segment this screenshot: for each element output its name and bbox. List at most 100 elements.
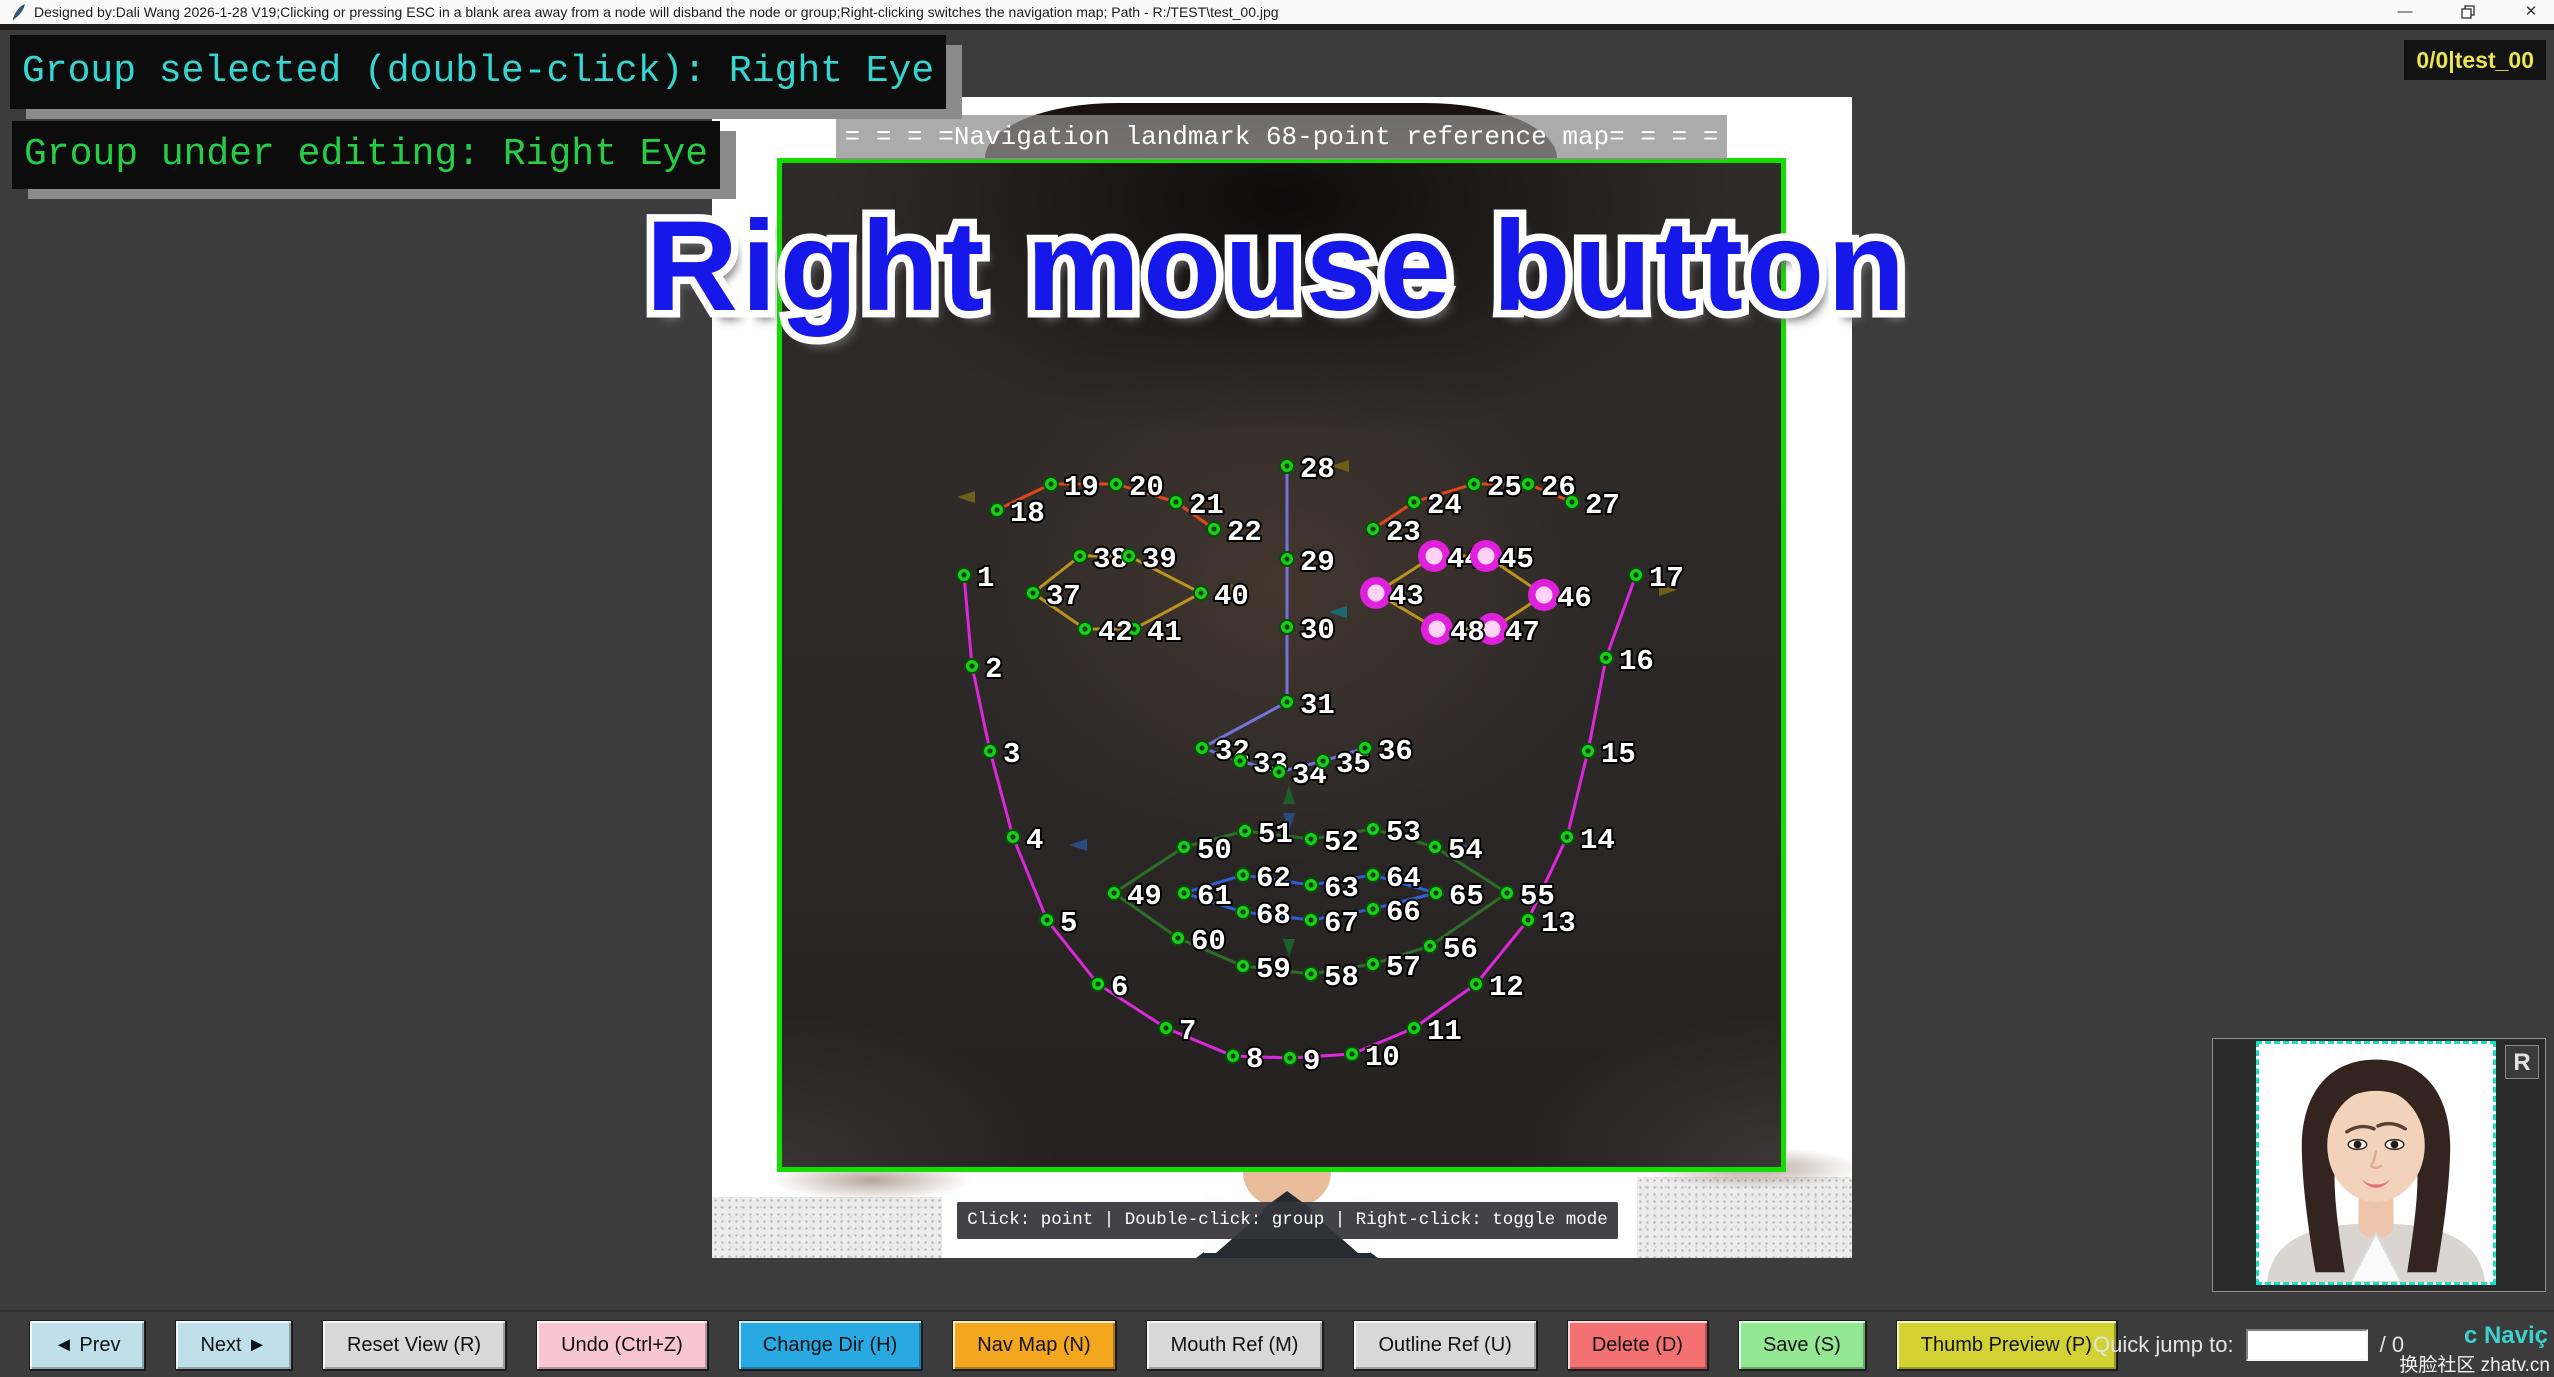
landmark-point-core	[1370, 872, 1375, 877]
landmark-point-core	[1095, 981, 1100, 986]
landmark-point-core	[1276, 769, 1281, 774]
landmark-point-core	[1163, 1025, 1168, 1030]
landmark-number: 21	[1189, 489, 1224, 522]
landmark-point-core	[1433, 890, 1438, 895]
landmark-point-core	[1126, 553, 1131, 558]
group-selected-banner: Group selected (double-click): Right Eye	[10, 35, 946, 109]
landmark-number: 45	[1499, 543, 1534, 576]
landmark-point-core	[1473, 981, 1478, 986]
landmark-point-core	[987, 748, 992, 753]
landmark-number: 39	[1142, 543, 1177, 576]
landmark-number: 1	[977, 562, 994, 595]
landmark-point-core	[1284, 699, 1289, 704]
photo-cardigan-left	[712, 1197, 942, 1258]
reset-view-button[interactable]: Reset View (R)	[322, 1320, 506, 1370]
landmark-number: 51	[1258, 818, 1293, 851]
landmark-number: 55	[1520, 880, 1555, 913]
landmark-number: 60	[1191, 925, 1226, 958]
landmark-point-core	[1237, 758, 1242, 763]
nav-map-button[interactable]: Nav Map (N)	[952, 1320, 1115, 1370]
landmark-number: 40	[1214, 580, 1249, 613]
change-dir-button[interactable]: Change Dir (H)	[738, 1320, 922, 1370]
landmark-point-core	[1370, 826, 1375, 831]
navigation-map-hint: Click: point | Double-click: group | Rig…	[957, 1202, 1618, 1239]
landmark-point-core	[1010, 834, 1015, 839]
undo-button[interactable]: Undo (Ctrl+Z)	[536, 1320, 708, 1370]
landmark-point-core	[1370, 526, 1375, 531]
landmark-number: 23	[1386, 516, 1421, 549]
selected-landmark-center	[1478, 548, 1495, 565]
landmark-number: 10	[1365, 1041, 1400, 1074]
outline-ref-button[interactable]: Outline Ref (U)	[1353, 1320, 1536, 1370]
selected-landmark-center	[1484, 621, 1501, 638]
landmark-number: 8	[1246, 1043, 1263, 1076]
landmark-layer[interactable]: 1234567891011121314151617181920212223242…	[777, 158, 1786, 1172]
landmark-number: 11	[1427, 1015, 1462, 1048]
landmark-number: 2	[985, 653, 1002, 686]
quick-jump-input[interactable]	[2246, 1329, 2368, 1361]
landmark-point-core	[1308, 917, 1313, 922]
portrait-image	[2259, 1044, 2493, 1282]
restore-button[interactable]	[2445, 0, 2491, 24]
landmark-point-core	[1320, 758, 1325, 763]
landmark-point-core	[1173, 499, 1178, 504]
prev-button[interactable]: ◄ Prev	[29, 1320, 145, 1370]
landmark-point-core	[1603, 655, 1608, 660]
delete-button[interactable]: Delete (D)	[1567, 1320, 1708, 1370]
landmark-number: 17	[1649, 562, 1684, 595]
landmark-number: 12	[1489, 971, 1524, 1004]
landmark-point-core	[1198, 590, 1203, 595]
selected-landmark-center	[1426, 548, 1443, 565]
minimize-button[interactable]: —	[2382, 0, 2428, 24]
landmark-point-core	[1308, 971, 1313, 976]
landmark-number: 16	[1619, 645, 1654, 678]
landmark-point-core	[1427, 943, 1432, 948]
landmark-number: 49	[1127, 880, 1162, 913]
landmark-number: 18	[1010, 497, 1045, 530]
landmark-point-core	[961, 572, 966, 577]
landmark-point-core	[1044, 917, 1049, 922]
landmark-number: 9	[1303, 1045, 1320, 1078]
mouth-ref-button[interactable]: Mouth Ref (M)	[1146, 1320, 1324, 1370]
landmark-point-core	[1525, 481, 1530, 486]
landmark-point-core	[1211, 526, 1216, 531]
landmark-number: 27	[1585, 489, 1620, 522]
file-counter-badge: 0/0|test_00	[2404, 40, 2546, 80]
thumbnail-photo[interactable]	[2256, 1041, 2496, 1285]
landmark-point-core	[1082, 626, 1087, 631]
landmark-number: 25	[1487, 471, 1522, 504]
landmark-number: 58	[1324, 961, 1359, 994]
landmark-point-core	[1287, 1055, 1292, 1060]
landmark-point-core	[1111, 890, 1116, 895]
landmark-number: 65	[1449, 880, 1484, 913]
landmark-number: 62	[1256, 862, 1291, 895]
landmark-point-core	[1284, 463, 1289, 468]
landmark-point-core	[1564, 834, 1569, 839]
landmark-number: 22	[1227, 516, 1262, 549]
thumbnail-r-label[interactable]: R	[2505, 1045, 2539, 1079]
landmark-number: 4	[1026, 824, 1043, 857]
app-window: Designed by:Dali Wang 2026-1-28 V19;Clic…	[0, 0, 2554, 1377]
quick-jump-group: Quick jump to: / 0	[2093, 1320, 2404, 1370]
thumb-preview-button[interactable]: Thumb Preview (P)	[1896, 1320, 2117, 1370]
landmark-number: 52	[1324, 826, 1359, 859]
landmark-point-core	[1030, 590, 1035, 595]
landmark-number: 31	[1300, 689, 1335, 722]
landmark-point-core	[1240, 963, 1245, 968]
toolbar: ◄ Prev Next ► Reset View (R) Undo (Ctrl+Z) C…	[0, 1310, 2554, 1377]
landmark-number: 68	[1256, 899, 1291, 932]
landmark-number: 29	[1300, 546, 1335, 579]
landmark-point-core	[969, 663, 974, 668]
close-button[interactable]: ✕	[2508, 0, 2554, 24]
save-button[interactable]: Save (S)	[1738, 1320, 1866, 1370]
toolbar-buttons: ◄ Prev Next ► Reset View (R) Undo (Ctrl+Z) C…	[29, 1320, 2147, 1370]
landmark-number: 5	[1060, 907, 1077, 940]
landmark-number: 28	[1300, 453, 1335, 486]
landmark-point-core	[1240, 909, 1245, 914]
landmark-number: 41	[1147, 616, 1182, 649]
landmark-point-core	[1240, 872, 1245, 877]
landmark-point-core	[1048, 481, 1053, 486]
landmark-point-core	[1633, 572, 1638, 577]
group-editing-banner: Group under editing: Right Eye	[12, 121, 720, 189]
next-button[interactable]: Next ►	[175, 1320, 291, 1370]
